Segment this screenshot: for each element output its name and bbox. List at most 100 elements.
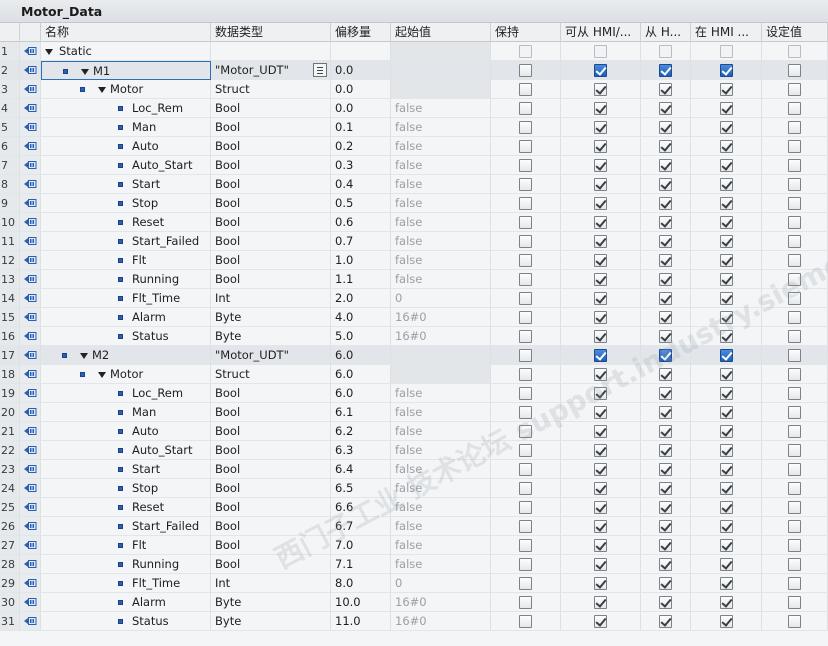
row-number[interactable]: 11 xyxy=(0,232,20,251)
visible-hmi-checkbox[interactable] xyxy=(720,406,733,419)
start-value-cell[interactable] xyxy=(391,365,491,384)
setpoint-checkbox[interactable] xyxy=(788,140,801,153)
table-row[interactable]: 16 Status Byte 5.0 16#0 xyxy=(0,327,828,346)
start-value-cell[interactable]: false xyxy=(391,422,491,441)
row-number[interactable]: 29 xyxy=(0,574,20,593)
writable-hmi-checkbox[interactable] xyxy=(659,254,672,267)
triangle-down-icon[interactable] xyxy=(80,353,88,359)
start-value-cell[interactable]: 16#0 xyxy=(391,308,491,327)
writable-hmi-checkbox[interactable] xyxy=(659,178,672,191)
table-row[interactable]: 2 M1 "Motor_UDT" 0.0 xyxy=(0,61,828,80)
datatype-cell[interactable]: Bool xyxy=(211,517,331,536)
row-number[interactable]: 13 xyxy=(0,270,20,289)
setpoint-checkbox[interactable] xyxy=(788,482,801,495)
visible-hmi-checkbox[interactable] xyxy=(720,596,733,609)
name-cell[interactable]: Running xyxy=(41,270,211,289)
accessible-hmi-checkbox[interactable] xyxy=(594,64,607,77)
retain-checkbox[interactable] xyxy=(519,577,532,590)
visible-hmi-checkbox[interactable] xyxy=(720,235,733,248)
datatype-cell[interactable]: Int xyxy=(211,574,331,593)
accessible-hmi-checkbox[interactable] xyxy=(594,444,607,457)
writable-hmi-checkbox[interactable] xyxy=(659,406,672,419)
row-number[interactable]: 30 xyxy=(0,593,20,612)
row-number[interactable]: 6 xyxy=(0,137,20,156)
datatype-cell[interactable]: Bool xyxy=(211,194,331,213)
datatype-cell[interactable]: Bool xyxy=(211,422,331,441)
accessible-hmi-checkbox[interactable] xyxy=(594,368,607,381)
setpoint-checkbox[interactable] xyxy=(788,216,801,229)
start-value-cell[interactable]: false xyxy=(391,270,491,289)
triangle-down-icon[interactable] xyxy=(98,87,106,93)
accessible-hmi-checkbox[interactable] xyxy=(594,577,607,590)
setpoint-checkbox[interactable] xyxy=(788,197,801,210)
name-cell[interactable]: Start xyxy=(41,175,211,194)
setpoint-checkbox[interactable] xyxy=(788,425,801,438)
triangle-down-icon[interactable] xyxy=(81,69,89,75)
table-row[interactable]: 30 Alarm Byte 10.0 16#0 xyxy=(0,593,828,612)
row-number[interactable]: 12 xyxy=(0,251,20,270)
row-number[interactable]: 23 xyxy=(0,460,20,479)
retain-checkbox[interactable] xyxy=(519,539,532,552)
table-row[interactable]: 22 Auto_Start Bool 6.3 false xyxy=(0,441,828,460)
row-number[interactable]: 28 xyxy=(0,555,20,574)
visible-hmi-checkbox[interactable] xyxy=(720,45,733,58)
writable-hmi-checkbox[interactable] xyxy=(659,577,672,590)
start-value-cell[interactable]: false xyxy=(391,137,491,156)
setpoint-checkbox[interactable] xyxy=(788,178,801,191)
start-value-cell[interactable]: false xyxy=(391,213,491,232)
datatype-cell[interactable]: Bool xyxy=(211,270,331,289)
name-cell[interactable]: M2 xyxy=(41,346,211,365)
retain-checkbox[interactable] xyxy=(519,197,532,210)
visible-hmi-checkbox[interactable] xyxy=(720,292,733,305)
accessible-hmi-checkbox[interactable] xyxy=(594,387,607,400)
header-col-accessible-hmi[interactable]: 可从 HMI/... xyxy=(561,23,641,42)
datatype-cell[interactable]: Bool xyxy=(211,555,331,574)
accessible-hmi-checkbox[interactable] xyxy=(594,83,607,96)
visible-hmi-checkbox[interactable] xyxy=(720,102,733,115)
setpoint-checkbox[interactable] xyxy=(788,159,801,172)
datatype-cell[interactable]: Bool xyxy=(211,232,331,251)
row-number[interactable]: 8 xyxy=(0,175,20,194)
setpoint-checkbox[interactable] xyxy=(788,577,801,590)
datatype-cell[interactable]: Struct xyxy=(211,80,331,99)
accessible-hmi-checkbox[interactable] xyxy=(594,463,607,476)
start-value-cell[interactable]: 16#0 xyxy=(391,593,491,612)
name-cell[interactable]: M1 xyxy=(41,61,211,80)
name-cell[interactable]: Stop xyxy=(41,194,211,213)
start-value-cell[interactable]: false xyxy=(391,99,491,118)
start-value-cell[interactable]: false xyxy=(391,555,491,574)
table-row[interactable]: 13 Running Bool 1.1 false xyxy=(0,270,828,289)
setpoint-checkbox[interactable] xyxy=(788,406,801,419)
datatype-cell[interactable]: Bool xyxy=(211,137,331,156)
retain-checkbox[interactable] xyxy=(519,463,532,476)
datatype-cell[interactable]: Int xyxy=(211,289,331,308)
table-row[interactable]: 10 Reset Bool 0.6 false xyxy=(0,213,828,232)
name-cell[interactable]: Motor xyxy=(41,365,211,384)
start-value-cell[interactable]: 16#0 xyxy=(391,327,491,346)
visible-hmi-checkbox[interactable] xyxy=(720,425,733,438)
header-col-retain[interactable]: 保持 xyxy=(491,23,561,42)
visible-hmi-checkbox[interactable] xyxy=(720,501,733,514)
setpoint-checkbox[interactable] xyxy=(788,121,801,134)
datatype-cell[interactable]: Byte xyxy=(211,327,331,346)
row-number[interactable]: 18 xyxy=(0,365,20,384)
table-row[interactable]: 5 Man Bool 0.1 false xyxy=(0,118,828,137)
header-col-name[interactable]: 名称 xyxy=(41,23,211,42)
table-row[interactable]: 8 Start Bool 0.4 false xyxy=(0,175,828,194)
accessible-hmi-checkbox[interactable] xyxy=(594,216,607,229)
header-col-datatype[interactable]: 数据类型 xyxy=(211,23,331,42)
setpoint-checkbox[interactable] xyxy=(788,615,801,628)
accessible-hmi-checkbox[interactable] xyxy=(594,102,607,115)
table-row[interactable]: 26 Start_Failed Bool 6.7 false xyxy=(0,517,828,536)
writable-hmi-checkbox[interactable] xyxy=(659,159,672,172)
visible-hmi-checkbox[interactable] xyxy=(720,387,733,400)
start-value-cell[interactable]: false xyxy=(391,156,491,175)
name-cell[interactable]: Auto_Start xyxy=(41,156,211,175)
visible-hmi-checkbox[interactable] xyxy=(720,178,733,191)
triangle-down-icon[interactable] xyxy=(98,372,106,378)
setpoint-checkbox[interactable] xyxy=(788,539,801,552)
row-number[interactable]: 20 xyxy=(0,403,20,422)
visible-hmi-checkbox[interactable] xyxy=(720,577,733,590)
accessible-hmi-checkbox[interactable] xyxy=(594,140,607,153)
accessible-hmi-checkbox[interactable] xyxy=(594,330,607,343)
